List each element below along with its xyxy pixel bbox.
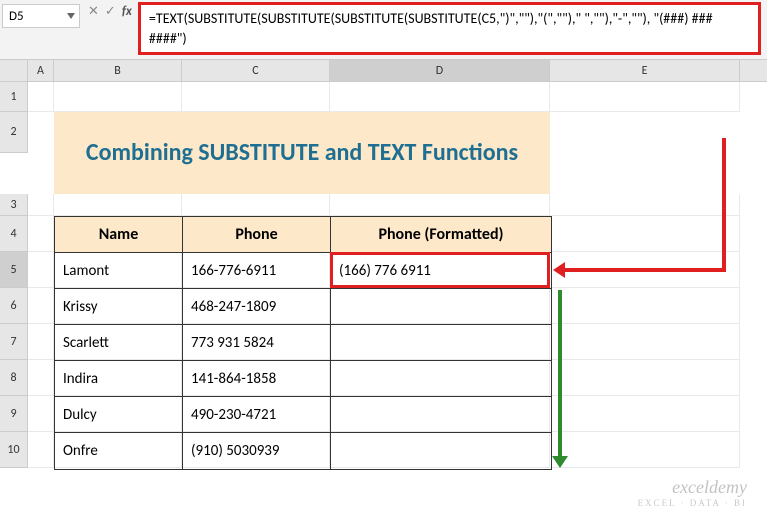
col-header-A[interactable]: A [28, 60, 54, 81]
row-header-10[interactable]: 10 [0, 432, 28, 468]
cell[interactable] [28, 82, 54, 112]
row-header-7[interactable]: 7 [0, 324, 28, 360]
data-table: Name Phone Phone (Formatted) Lamont 166-… [54, 216, 552, 470]
cell[interactable] [550, 360, 740, 396]
cell-phone[interactable]: 490-230-4721 [183, 397, 331, 433]
cell-formatted[interactable] [331, 433, 551, 469]
cell-name[interactable]: Lamont [55, 253, 183, 289]
name-box-wrap: D5 [2, 4, 80, 28]
row-header-4[interactable]: 4 [0, 216, 28, 252]
cell-formatted[interactable] [331, 361, 551, 397]
cell-name[interactable]: Onfre [55, 433, 183, 469]
fill-down-arrow [558, 290, 562, 460]
accept-icon[interactable]: ✓ [105, 4, 116, 19]
cell[interactable] [550, 324, 740, 360]
grid: 1 2 3 4 5 6 7 8 9 10 Combining SUBSTITUT… [0, 82, 767, 468]
formula-bar-row: D5 ✕ ✓ fx =TEXT(SUBSTITUTE(SUBSTITUTE(SU… [0, 0, 767, 60]
cell[interactable] [550, 216, 740, 252]
formula-input[interactable]: =TEXT(SUBSTITUTE(SUBSTITUTE(SUBSTITUTE(S… [138, 2, 761, 55]
header-phone[interactable]: Phone [183, 217, 331, 253]
row-header-6[interactable]: 6 [0, 288, 28, 324]
cell-phone[interactable]: 773 931 5824 [183, 325, 331, 361]
callout-arrow-vertical [722, 138, 726, 270]
cell[interactable] [550, 82, 740, 112]
col-header-D[interactable]: D [330, 60, 550, 81]
select-all-corner[interactable] [0, 60, 28, 81]
table-row: Onfre (910) 5030939 [55, 433, 551, 469]
column-headers: A B C D E [0, 60, 767, 82]
watermark: exceldemy EXCEL · DATA · BI [638, 477, 747, 508]
watermark-main: exceldemy [638, 477, 747, 498]
cell[interactable] [28, 432, 54, 468]
row-header-2[interactable]: 2 [0, 112, 28, 153]
cell-phone[interactable]: 166-776-6911 [183, 253, 331, 289]
col-header-B[interactable]: B [54, 60, 182, 81]
cell[interactable] [550, 432, 740, 468]
cancel-icon[interactable]: ✕ [88, 4, 99, 19]
row-header-1[interactable]: 1 [0, 82, 28, 112]
cell[interactable] [550, 396, 740, 432]
row-header-5[interactable]: 5 [0, 252, 28, 288]
cell[interactable] [550, 288, 740, 324]
cell[interactable] [28, 360, 54, 396]
cell[interactable] [54, 82, 182, 112]
table-row: Krissy 468-247-1809 [55, 289, 551, 325]
cell-formatted[interactable]: (166) 776 6911 [331, 253, 551, 289]
header-formatted[interactable]: Phone (Formatted) [331, 217, 551, 253]
cell[interactable] [28, 216, 54, 252]
cell-phone[interactable]: (910) 5030939 [183, 433, 331, 469]
table-row: Lamont 166-776-6911 (166) 776 6911 [55, 253, 551, 289]
table-row: Scarlett 773 931 5824 [55, 325, 551, 361]
cell-name[interactable]: Indira [55, 361, 183, 397]
title-text: Combining SUBSTITUTE and TEXT Functions [74, 135, 530, 172]
table-header-row: Name Phone Phone (Formatted) [55, 217, 551, 253]
callout-arrow-horizontal [559, 268, 726, 272]
cell-phone[interactable]: 141-864-1858 [183, 361, 331, 397]
cell-formatted[interactable] [331, 397, 551, 433]
watermark-sub: EXCEL · DATA · BI [638, 498, 747, 508]
title-cell[interactable]: Combining SUBSTITUTE and TEXT Functions [54, 112, 550, 194]
cell[interactable] [28, 194, 54, 216]
fill-down-arrow-head [552, 456, 568, 468]
table-row: Dulcy 490-230-4721 [55, 397, 551, 433]
cell-formatted[interactable] [331, 325, 551, 361]
row-header-3[interactable]: 3 [0, 194, 28, 216]
cell[interactable] [330, 194, 550, 216]
row-header-9[interactable]: 9 [0, 396, 28, 432]
cell-phone[interactable]: 468-247-1809 [183, 289, 331, 325]
name-box-dropdown[interactable] [63, 6, 79, 26]
col-header-C[interactable]: C [182, 60, 330, 81]
name-box[interactable]: D5 [3, 7, 63, 26]
cell[interactable] [182, 194, 330, 216]
cell-name[interactable]: Krissy [55, 289, 183, 325]
chevron-down-icon [67, 13, 75, 19]
callout-arrow-head [553, 262, 565, 278]
cell[interactable] [28, 396, 54, 432]
cell[interactable] [28, 252, 54, 288]
formula-controls: ✕ ✓ fx [82, 0, 138, 23]
cell[interactable] [28, 324, 54, 360]
cell-name[interactable]: Dulcy [55, 397, 183, 433]
cell-formatted[interactable] [331, 289, 551, 325]
table-row: Indira 141-864-1858 [55, 361, 551, 397]
cell[interactable] [28, 288, 54, 324]
header-name[interactable]: Name [55, 217, 183, 253]
grid-row: 1 [0, 82, 767, 112]
cell[interactable] [54, 194, 182, 216]
fx-icon[interactable]: fx [122, 4, 132, 19]
col-header-E[interactable]: E [550, 60, 740, 81]
cell[interactable] [330, 82, 550, 112]
cell-name[interactable]: Scarlett [55, 325, 183, 361]
row-header-8[interactable]: 8 [0, 360, 28, 396]
cell[interactable] [550, 194, 740, 216]
cell[interactable] [182, 82, 330, 112]
grid-row: 3 [0, 194, 767, 216]
